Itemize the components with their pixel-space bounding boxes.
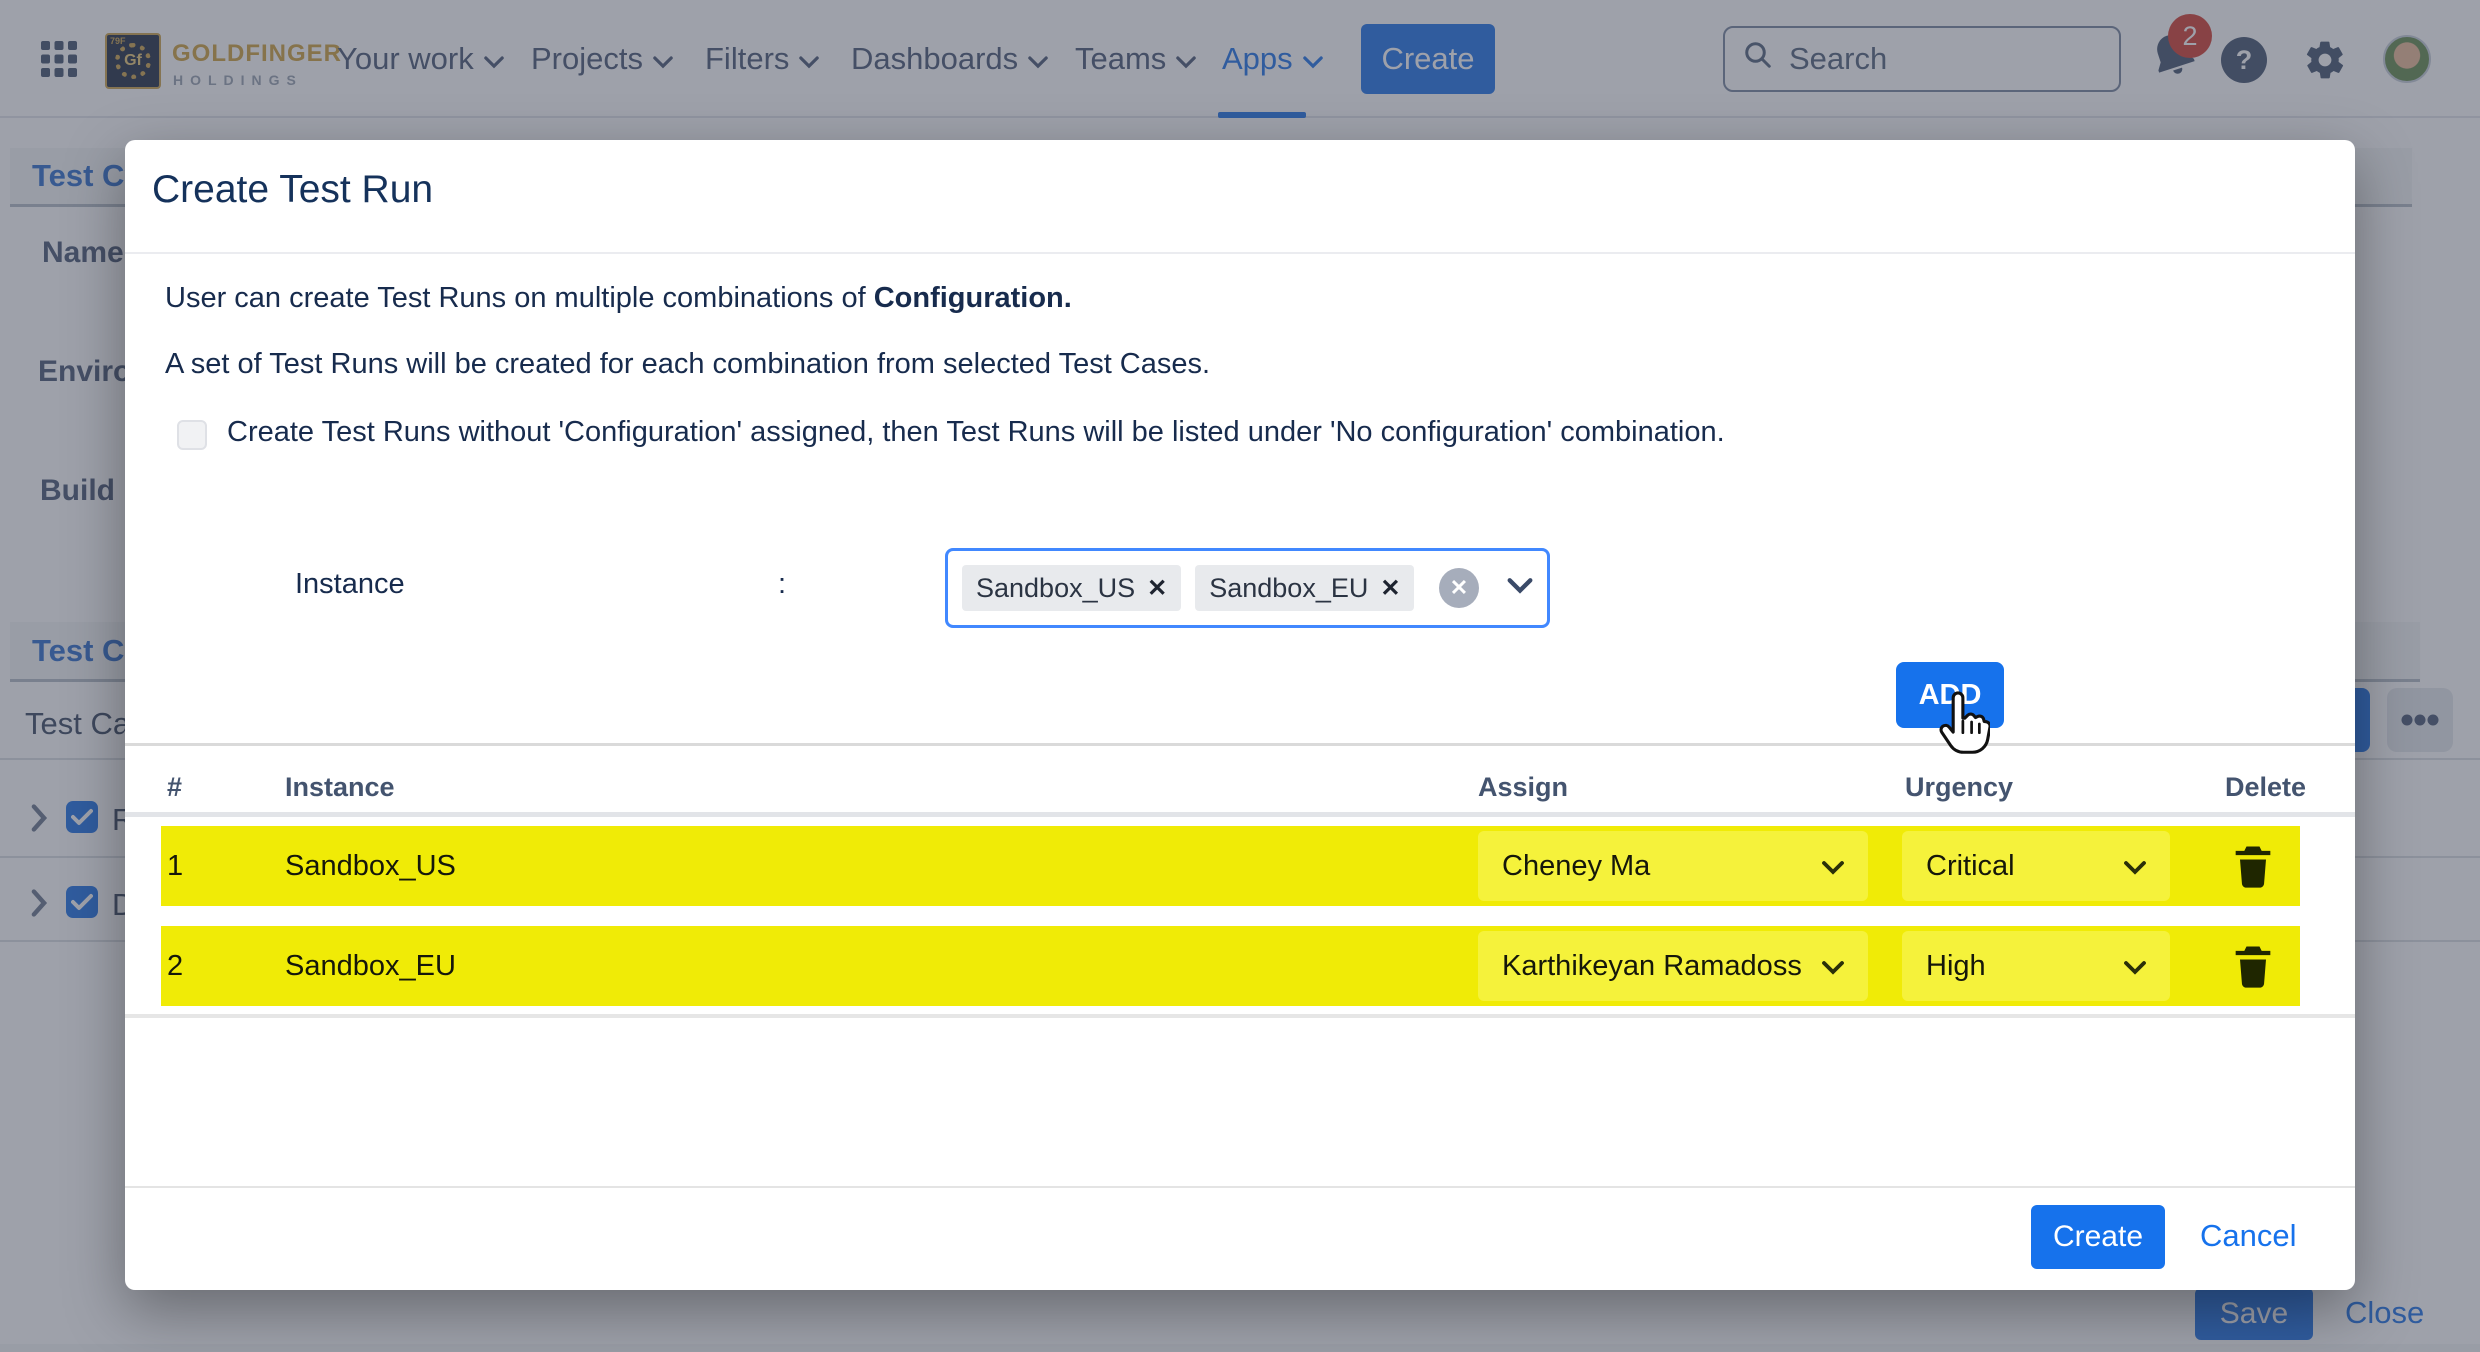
row-number: 1 — [167, 850, 183, 883]
trash-icon — [2227, 840, 2279, 892]
col-header-delete: Delete — [2225, 772, 2306, 803]
urgency-value: High — [1926, 950, 1986, 983]
assign-value: Cheney Ma — [1502, 850, 1650, 883]
delete-row-button[interactable] — [2227, 840, 2279, 892]
divider — [125, 1014, 2355, 1018]
selected-tag-sandbox-us[interactable]: Sandbox_US ✕ — [962, 565, 1181, 611]
trash-icon — [2227, 940, 2279, 992]
cancel-button[interactable]: Cancel — [2200, 1218, 2297, 1254]
divider — [125, 1186, 2355, 1188]
no-configuration-checkbox-label: Create Test Runs without 'Configuration'… — [227, 416, 1725, 449]
chevron-down-icon — [1822, 850, 1844, 883]
mouse-cursor-hand — [1928, 690, 1990, 761]
chevron-down-icon — [2124, 950, 2146, 983]
dialog-description-line1: User can create Test Runs on multiple co… — [165, 282, 1072, 315]
col-header-assign: Assign — [1478, 772, 1568, 803]
col-header-urgency: Urgency — [1905, 772, 2013, 803]
table-row: 2 Sandbox_EU Karthikeyan Ramadoss High — [161, 926, 2300, 1006]
remove-tag-icon[interactable]: ✕ — [1147, 574, 1167, 603]
create-test-run-dialog: Create Test Run User can create Test Run… — [125, 140, 2355, 1290]
instance-field-label: Instance — [295, 568, 405, 601]
tag-label: Sandbox_US — [976, 573, 1135, 604]
assign-dropdown[interactable]: Cheney Ma — [1478, 831, 1868, 901]
chevron-down-icon[interactable] — [1507, 578, 1533, 599]
remove-tag-icon[interactable]: ✕ — [1380, 574, 1400, 603]
row-instance: Sandbox_US — [285, 850, 456, 883]
dialog-title: Create Test Run — [152, 168, 433, 212]
selected-tag-sandbox-eu[interactable]: Sandbox_EU ✕ — [1195, 565, 1414, 611]
chevron-down-icon — [2124, 850, 2146, 883]
row-number: 2 — [167, 950, 183, 983]
urgency-value: Critical — [1926, 850, 2015, 883]
description-text: User can create Test Runs on multiple co… — [165, 282, 874, 314]
divider — [125, 812, 2355, 817]
delete-row-button[interactable] — [2227, 940, 2279, 992]
table-row: 1 Sandbox_US Cheney Ma Critical — [161, 826, 2300, 906]
no-configuration-checkbox[interactable] — [177, 420, 207, 450]
clear-all-icon[interactable]: ✕ — [1439, 568, 1479, 608]
assign-dropdown[interactable]: Karthikeyan Ramadoss — [1478, 931, 1868, 1001]
create-button[interactable]: Create — [2031, 1205, 2165, 1269]
row-instance: Sandbox_EU — [285, 950, 456, 983]
tag-label: Sandbox_EU — [1209, 573, 1368, 604]
description-bold-text: Configuration. — [874, 282, 1072, 314]
instance-multiselect[interactable]: Sandbox_US ✕ Sandbox_EU ✕ ✕ — [945, 548, 1550, 628]
urgency-dropdown[interactable]: High — [1902, 931, 2170, 1001]
urgency-dropdown[interactable]: Critical — [1902, 831, 2170, 901]
divider — [125, 252, 2355, 254]
col-header-number: # — [167, 772, 182, 803]
field-colon: : — [778, 568, 786, 601]
dialog-description-line2: A set of Test Runs will be created for e… — [165, 348, 1210, 381]
assign-value: Karthikeyan Ramadoss — [1502, 950, 1802, 983]
divider — [125, 743, 2355, 746]
chevron-down-icon — [1822, 950, 1844, 983]
col-header-instance: Instance — [285, 772, 395, 803]
